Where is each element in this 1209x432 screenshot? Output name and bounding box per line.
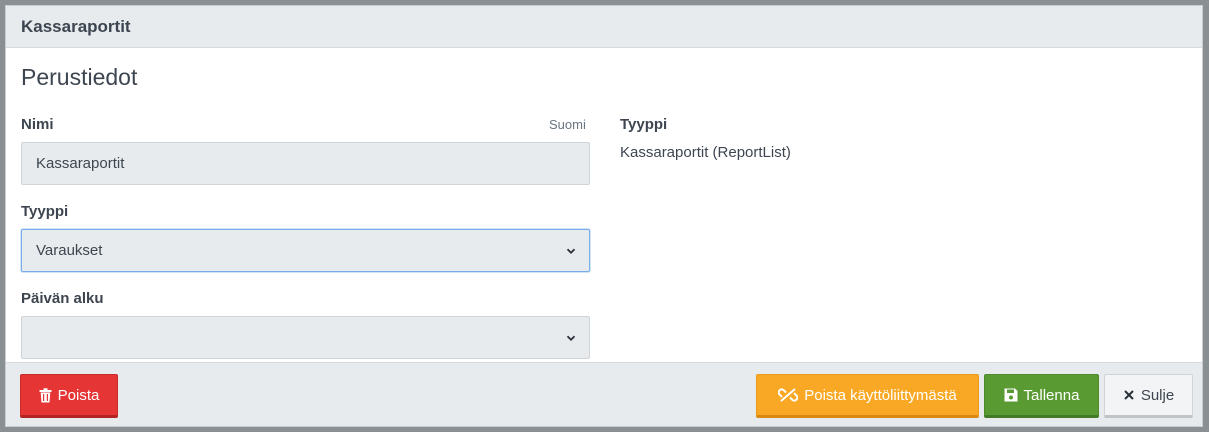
save-button-label: Tallenna xyxy=(1023,386,1080,404)
unlink-icon xyxy=(778,388,799,402)
info-type-value: Kassaraportit (ReportList) xyxy=(620,144,791,161)
delete-button-label: Poista xyxy=(57,386,100,404)
remove-from-ui-button-label: Poista käyttöliittymästä xyxy=(804,386,957,404)
name-label: Nimi xyxy=(21,116,54,133)
save-button[interactable]: Tallenna xyxy=(984,374,1099,418)
chevron-down-icon xyxy=(566,248,576,254)
remove-from-ui-button[interactable]: Poista käyttöliittymästä xyxy=(756,374,979,418)
type-select-value: Varaukset xyxy=(36,242,103,259)
close-button-label: Sulje xyxy=(1140,386,1175,404)
name-field[interactable]: Kassaraportit xyxy=(21,142,590,185)
floppy-disk-icon xyxy=(1004,388,1018,402)
type-label: Tyyppi xyxy=(21,203,69,220)
kassaraportit-modal: Kassaraportit Perustiedot Nimi Suomi Kas… xyxy=(5,5,1203,427)
day-start-label: Päivän alku xyxy=(21,290,104,307)
chevron-down-icon xyxy=(566,335,576,341)
close-button[interactable]: Sulje xyxy=(1104,374,1193,418)
modal-header: Kassaraportit xyxy=(6,6,1202,48)
close-icon xyxy=(1124,390,1134,400)
name-field-value: Kassaraportit xyxy=(36,155,125,172)
day-start-select[interactable] xyxy=(21,316,590,359)
section-title: Perustiedot xyxy=(21,64,138,90)
modal-title: Kassaraportit xyxy=(21,16,131,36)
info-type-label: Tyyppi xyxy=(620,116,668,133)
modal-footer: Poista Poista käyttöliittymästä Tallenna… xyxy=(6,362,1202,426)
name-language-indicator[interactable]: Suomi xyxy=(549,117,586,132)
trash-icon xyxy=(39,387,52,402)
type-select[interactable]: Varaukset xyxy=(21,229,590,272)
modal-body: Perustiedot Nimi Suomi Kassaraportit Tyy… xyxy=(6,48,1202,362)
delete-button[interactable]: Poista xyxy=(20,374,118,418)
